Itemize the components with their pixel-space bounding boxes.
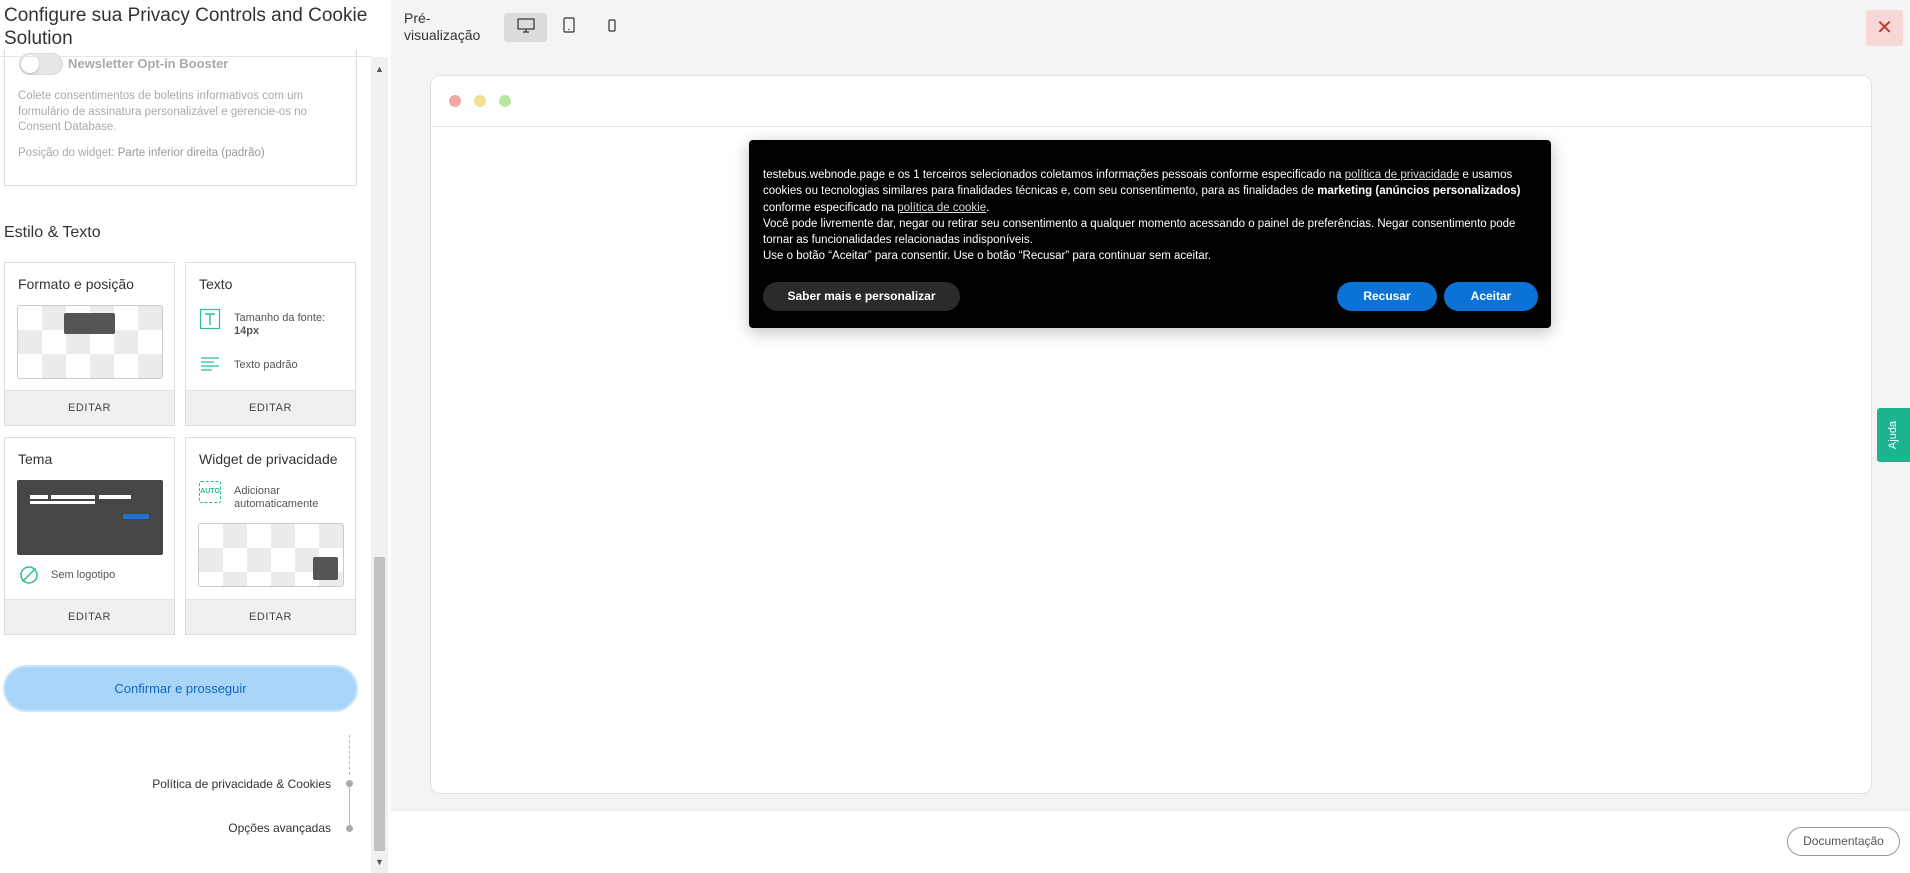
documentation-button[interactable]: Documentação [1787,827,1900,856]
banner-text-part: . [986,201,990,214]
preview-label: Pré-visualização [404,10,481,43]
card-title: Tema [18,451,53,467]
edit-theme-button[interactable]: EDITAR [5,599,174,634]
traffic-light-red [449,95,461,107]
confirm-button[interactable]: Confirmar e prosseguir [3,665,358,712]
bottom-bar: Documentação [391,810,1910,873]
newsletter-description: Colete consentimentos de boletins inform… [18,90,307,133]
text-card: Texto Tamanho da fonte: 14px Texto padrã… [185,262,356,426]
accept-button[interactable]: Aceitar [1444,282,1538,311]
desktop-icon [516,17,535,38]
banner-paragraph-3: Use o botão “Aceitar” para consentir. Us… [763,250,1212,263]
widget-preview [198,523,344,587]
banner-paragraph-2: Você pode livremente dar, negar ou retir… [763,217,1516,247]
edit-format-button[interactable]: EDITAR [5,390,174,425]
traffic-light-yellow [474,95,486,107]
newsletter-toggle-label: Newsletter Opt-in Booster [68,56,229,71]
step-dot [346,825,353,832]
browser-divider [431,126,1871,127]
scroll-thumb[interactable] [374,557,385,851]
edit-text-button[interactable]: EDITAR [186,390,355,425]
banner-text: testebus.webnode.page e os 1 terceiros s… [763,167,1545,265]
traffic-light-green [499,95,511,107]
auto-add-label: Adicionar automaticamente [234,485,319,510]
preview-toolbar: Pré-visualização ✕ [391,0,1910,55]
banner-shape-preview [64,313,115,334]
scroll-up-arrow[interactable]: ▲ [375,64,384,74]
title-divider [0,56,372,57]
section-title: Estilo & Texto [4,224,101,241]
tablet-preview-button[interactable] [547,13,590,42]
privacy-policy-link[interactable]: política de privacidade [1345,169,1459,181]
panel-scrollbar[interactable]: ▲ ▼ [371,57,388,873]
close-icon: ✕ [1876,17,1893,39]
panel-title: Configure sua Privacy Controls and Cooki… [4,4,374,50]
theme-preview [17,480,163,555]
auto-badge: AUTO [200,488,220,495]
edit-widget-button[interactable]: EDITAR [186,599,355,634]
step-dot [346,780,353,787]
auto-icon: AUTO [199,481,221,503]
help-label: Ajuda [1887,420,1899,450]
tablet-icon [562,17,575,38]
widget-shape-preview [313,557,338,580]
config-panel: Newsletter Opt-in Booster Colete consent… [0,0,391,873]
widget-position-label: Posição do widget: [18,147,115,159]
banner-paragraph-1: testebus.webnode.page e os 1 terceiros s… [763,167,1545,216]
format-preview [17,305,163,379]
font-size-icon [199,308,221,335]
card-title: Formato e posição [18,276,134,292]
steps-line [349,783,350,828]
theme-card: Tema Sem logotipo EDITAR [4,437,175,635]
steps-line [349,735,350,775]
font-size-value: 14px [234,325,260,337]
widget-position: Posição do widget: Parte inferior direit… [18,147,265,159]
step-privacy-cookies[interactable]: Política de privacidade & Cookies [152,777,331,791]
no-logo-label: Sem logotipo [51,569,116,581]
text-align-icon [201,357,219,376]
reject-button[interactable]: Recusar [1337,282,1437,311]
newsletter-card: Newsletter Opt-in Booster Colete consent… [4,40,357,186]
scroll-down-arrow[interactable]: ▼ [375,857,384,867]
step-advanced-options[interactable]: Opções avançadas [228,821,331,835]
mobile-icon [607,18,616,37]
learn-more-button[interactable]: Saber mais e personalizar [763,282,960,311]
banner-bold-text: marketing (anúncios personalizados) [1317,185,1521,198]
banner-text-part: testebus.webnode.page e os 1 terceiros s… [763,169,1345,181]
widget-position-value: Parte inferior direita (padrão) [117,147,265,159]
font-size-label: Tamanho da fonte: [234,312,326,324]
desktop-preview-button[interactable] [504,13,547,42]
cookie-banner: testebus.webnode.page e os 1 terceiros s… [749,140,1551,328]
format-position-card: Formato e posição EDITAR [4,262,175,426]
card-title: Widget de privacidade [199,451,338,467]
privacy-widget-card: Widget de privacidade AUTO Adicionar aut… [185,437,356,635]
preview-area: Pré-visualização ✕ Ajuda Documentação [391,0,1910,873]
no-logo-icon [19,565,39,590]
help-tab[interactable]: Ajuda [1877,408,1910,462]
close-button[interactable]: ✕ [1866,10,1903,46]
card-title: Texto [199,276,233,292]
cookie-policy-link[interactable]: política de cookie [897,202,986,214]
font-size: Tamanho da fonte: 14px [234,312,325,338]
banner-text-part: conforme especificado na [763,201,898,214]
mobile-preview-button[interactable] [590,13,633,42]
default-text-label: Texto padrão [234,359,298,371]
